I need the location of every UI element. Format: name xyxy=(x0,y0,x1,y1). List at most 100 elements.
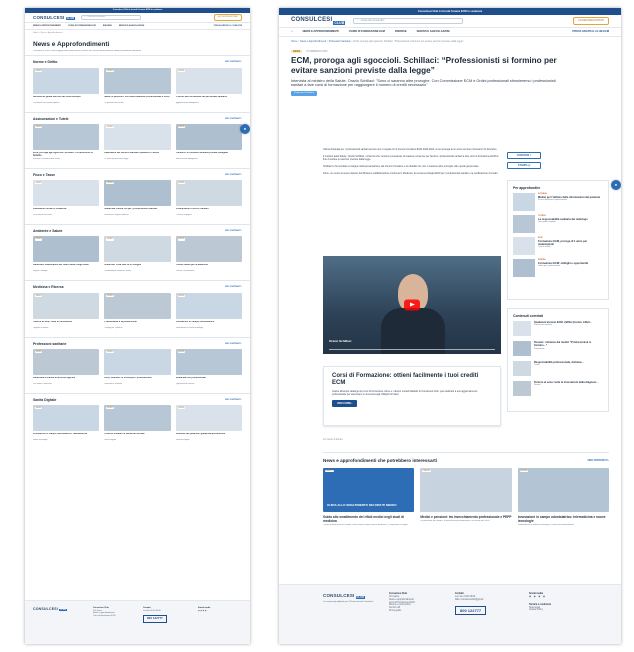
sidebar-article[interactable]: TUTELE La responsabilità sanitaria del ra… xyxy=(513,215,603,234)
card-thumbnail[interactable]: NEWS xyxy=(104,67,171,94)
card-thumbnail[interactable]: NEWS xyxy=(104,292,171,319)
site-logo[interactable]: CONSULCESI CLUB xyxy=(33,15,76,21)
related-thumbnail[interactable] xyxy=(513,361,531,377)
nav-item-services[interactable]: SERVIZI E AGEVOLAZIONI xyxy=(417,30,450,33)
news-card[interactable]: NEWS Il diritto alla formazione del perso… xyxy=(175,67,242,107)
nav-item-services[interactable]: SERVIZI E AGEVOLAZIONI xyxy=(119,25,144,28)
chat-button[interactable]: ● xyxy=(611,180,621,190)
sidebar-thumbnail[interactable] xyxy=(513,215,535,234)
card-thumbnail[interactable]: NEWS xyxy=(33,123,100,150)
nav-item-courses[interactable]: CORSI DI FORMAZIONE ECM xyxy=(68,25,96,28)
news-card[interactable]: NEWS Calendario fiscale in scadenza Le sca… xyxy=(33,180,100,219)
search-input[interactable]: ⌕ Cosa stai cercando? xyxy=(353,18,464,24)
related-see-all-link[interactable]: VEDI CONTENUTI › xyxy=(587,459,609,462)
news-card[interactable]: NEWS ECM, proroga agli sgoccioli. Schilla… xyxy=(33,123,100,163)
card-thumbnail[interactable]: NEWS xyxy=(175,123,242,150)
sidebar-thumbnail[interactable] xyxy=(513,259,535,278)
section-see-all-link[interactable]: VEDI CONTENUTI › xyxy=(225,174,242,176)
sidebar-thumbnail[interactable] xyxy=(513,193,535,212)
phone-badge[interactable]: 800 122777 xyxy=(143,615,167,623)
footer-link[interactable]: Cookie Policy xyxy=(529,609,551,612)
news-card[interactable]: NEWS Innovazioni in campo odontoiatrico Te… xyxy=(175,292,242,332)
home-icon[interactable]: ⌂ xyxy=(291,30,293,33)
card-title[interactable]: Guida allo smaltimento dei rifiuti medic… xyxy=(323,515,414,523)
breadcrumb-subcategory[interactable]: Professioni Sanitarie xyxy=(329,40,351,43)
related-article[interactable]: Responsabilità professionale, dichiara..… xyxy=(513,361,603,377)
card-thumbnail[interactable]: NEWS xyxy=(175,67,242,94)
news-card[interactable]: NEWS Innovazioni in campo odontoiatrico: … xyxy=(33,405,100,444)
card-thumbnail[interactable]: NEWS xyxy=(420,467,512,512)
share-button[interactable]: CONDIVIDI < xyxy=(507,152,541,159)
nav-try-club[interactable]: PROVA GRATIS IL CLUB ECM xyxy=(572,30,609,33)
related-card[interactable]: NEWS Innovazioni in campo odontoiatrico: … xyxy=(517,467,609,527)
phone-badge[interactable]: 800 122777 xyxy=(455,605,487,615)
sidebar-thumbnail[interactable] xyxy=(513,237,535,256)
card-thumbnail[interactable]: NEWS xyxy=(33,348,100,375)
related-thumbnail[interactable] xyxy=(513,341,531,357)
breadcrumb-home[interactable]: Home xyxy=(291,40,297,43)
social-icons[interactable]: ◉ ◉ ◉ ◉ xyxy=(529,596,551,599)
print-button[interactable]: STAMPA ⎙ xyxy=(507,162,541,169)
news-card[interactable]: NEWS Gestione del paziente: guida alla pr… xyxy=(175,405,242,444)
card-thumbnail[interactable]: NEWS xyxy=(33,67,100,94)
section-see-all-link[interactable]: VEDI CONTENUTI › xyxy=(225,118,242,120)
card-thumbnail[interactable]: NEWS xyxy=(175,292,242,319)
card-thumbnail[interactable]: NEWS xyxy=(175,236,242,263)
news-card[interactable]: NEWS ECM, Obiettivi: le novità per i prof… xyxy=(104,348,171,388)
card-thumbnail[interactable]: NEWS xyxy=(104,348,171,375)
section-see-all-link[interactable]: VEDI CONTENUTI › xyxy=(225,286,242,288)
card-thumbnail[interactable]: NEWS xyxy=(104,405,171,432)
card-thumbnail[interactable]: NEWS xyxy=(175,180,242,207)
card-thumbnail[interactable]: NEWS GUIDA ALLO SMALTIMENTO DEI RIFIUTI M… xyxy=(323,467,415,512)
nav-item-news[interactable]: NEWS E APPROFONDIMENTI xyxy=(303,30,339,33)
related-thumbnail[interactable] xyxy=(513,381,531,397)
footer-logo[interactable]: CONSULCESI CLUB xyxy=(323,593,375,599)
search-input[interactable]: ⌕ Cosa stai cercando? xyxy=(81,15,142,20)
sidebar-article[interactable]: SOCIALE Medici per l'utilizzo delle infor… xyxy=(513,193,603,212)
related-card[interactable]: NEWS GUIDA ALLO SMALTIMENTO DEI RIFIUTI M… xyxy=(323,467,415,527)
nav-item-resources[interactable]: RISORSE xyxy=(395,30,407,33)
section-see-all-link[interactable]: VEDI CONTENUTI › xyxy=(225,61,242,63)
card-thumbnail[interactable]: NEWS xyxy=(33,292,100,319)
card-thumbnail[interactable]: NEWS xyxy=(33,180,100,207)
news-card[interactable]: NEWS Il nuovo modello di sanità territori… xyxy=(104,405,171,444)
news-card[interactable]: NEWS Guida alle Partite IVA per i profess… xyxy=(104,180,171,219)
sidebar-article[interactable]: DIGITAL Formazione ECM: obblighi e opport… xyxy=(513,259,603,278)
news-card[interactable]: NEWS Assicurazioni Covid e Sanitari Le tas… xyxy=(175,180,242,219)
card-thumbnail[interactable]: NEWS xyxy=(175,348,242,375)
news-card[interactable]: NEWS Dipendenti del servizio sanitario pu… xyxy=(104,123,171,163)
card-thumbnail[interactable]: NEWS xyxy=(175,405,242,432)
section-tag[interactable]: Professioni Sanitarie xyxy=(291,91,318,96)
news-card[interactable]: NEWS L'autoesame e la prevenzione Consigli… xyxy=(104,292,171,332)
nav-item-resources[interactable]: RISORSE xyxy=(103,25,112,28)
section-see-all-link[interactable]: VEDI CONTENUTI › xyxy=(225,230,242,232)
news-card[interactable]: NEWS Premio Nobel per la Medicina Ricerca … xyxy=(175,236,242,275)
related-article[interactable]: Dossier: richieste dai medici "Professio… xyxy=(513,341,603,357)
section-see-all-link[interactable]: VEDI CONTENUTI › xyxy=(225,343,242,345)
footer-link[interactable]: Corsi di formazione ECM xyxy=(93,615,133,618)
card-thumbnail[interactable]: NEWS xyxy=(517,467,609,512)
related-thumbnail[interactable] xyxy=(513,321,531,337)
news-card[interactable]: NEWS Guida alla richiesta di accesso agli… xyxy=(33,348,100,388)
news-card[interactable]: NEWS Guida allo smaltimento dei rifiuti m… xyxy=(33,236,100,275)
section-see-all-link[interactable]: VEDI CONTENUTI › xyxy=(225,399,242,401)
login-button[interactable]: ACCEDI/REGISTRATI xyxy=(573,17,609,25)
chat-button[interactable]: ● xyxy=(240,124,250,134)
nav-item-news[interactable]: NEWS E APPROFONDIMENTI xyxy=(33,25,61,28)
nav-item-courses[interactable]: CORSI DI FORMAZIONE ECM xyxy=(349,30,385,33)
view-courses-button[interactable]: VEDI CORSI › xyxy=(332,400,358,408)
news-card[interactable]: NEWS Medici e pensioni: tra invecchiament… xyxy=(104,67,171,107)
video-player[interactable]: Orazio Schillaci xyxy=(323,256,501,354)
login-button[interactable]: ACCEDI/REGISTRATI xyxy=(214,14,242,21)
news-card[interactable]: NEWS Ghiacciai: cosa fare se si scioglie C… xyxy=(104,236,171,275)
footer-logo[interactable]: CONSULCESI CLUB xyxy=(33,607,83,612)
play-icon[interactable] xyxy=(404,299,420,311)
footer-link[interactable]: Prova gratis xyxy=(389,610,441,613)
related-article-title[interactable]: Tumore al seno: tutte le innovazioni del… xyxy=(534,381,598,384)
related-card[interactable]: NEWS Medici e pensioni: tra invecchiament… xyxy=(420,467,512,527)
video-progress[interactable] xyxy=(329,349,495,350)
related-article[interactable]: Scadenza triennio ECM, Zaffini (Comm. Af… xyxy=(513,321,603,337)
news-card[interactable]: NEWS Tumore al seno: tutte le innovazioni… xyxy=(33,292,100,332)
site-logo[interactable]: CONSULCESI CLUB xyxy=(291,17,346,25)
card-thumbnail[interactable]: NEWS xyxy=(104,180,171,207)
